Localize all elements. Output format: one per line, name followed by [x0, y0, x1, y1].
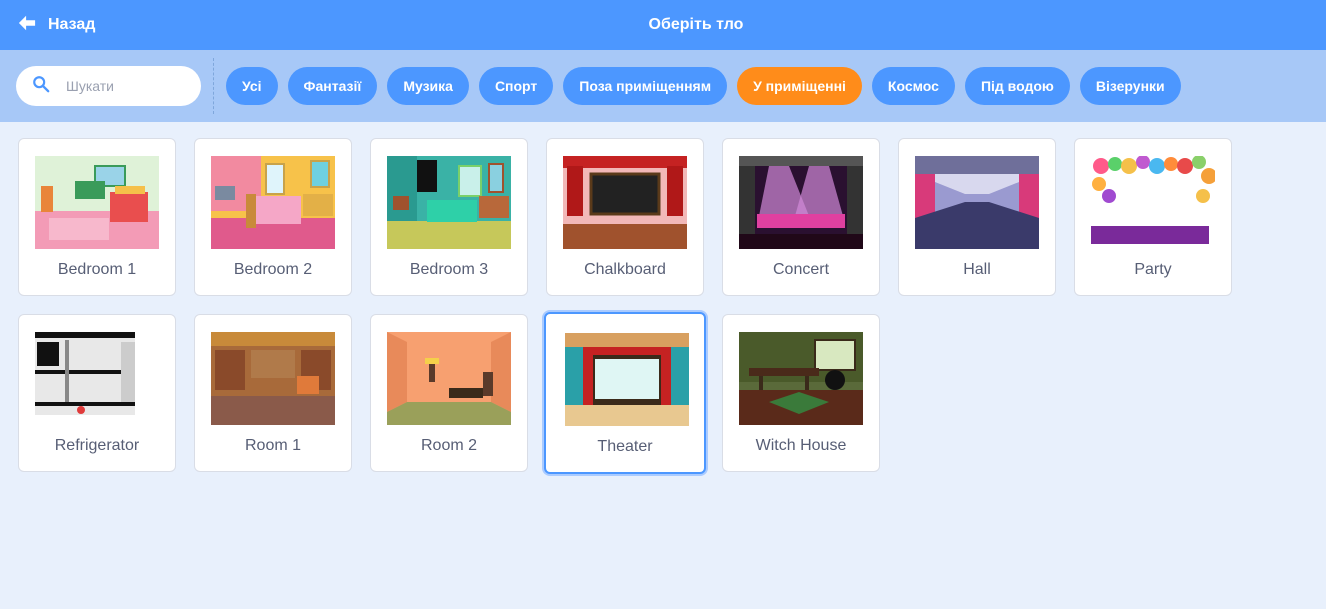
search-input[interactable] [66, 78, 186, 94]
backdrop-thumbnail [563, 156, 687, 249]
backdrop-card[interactable]: Bedroom 3 [370, 138, 528, 296]
backdrop-thumbnail [739, 332, 863, 425]
divider [213, 58, 214, 114]
backdrop-thumbnail [739, 156, 863, 249]
backdrop-card[interactable]: Refrigerator [18, 314, 176, 472]
tag-button[interactable]: Під водою [964, 67, 1070, 105]
backdrop-thumbnail [387, 156, 511, 249]
backdrop-name: Chalkboard [584, 261, 666, 278]
backdrop-thumbnail [1091, 156, 1215, 249]
backdrop-card[interactable]: Theater [544, 312, 706, 474]
backdrop-grid: Bedroom 1 Bedroom 2 Bedroom 3 Chalkboard Con… [18, 138, 1248, 474]
header-bar: Назад Оберіть тло [0, 0, 1326, 50]
backdrop-card[interactable]: Hall [898, 138, 1056, 296]
backdrop-card[interactable]: Room 1 [194, 314, 352, 472]
backdrop-name: Witch House [755, 437, 847, 454]
filter-bar: УсіФантазіїМузикаСпортПоза приміщеннямУ … [0, 50, 1326, 122]
backdrop-card[interactable]: Bedroom 1 [18, 138, 176, 296]
tag-list: Усі Фантазії Музика Спорт Поза приміщенням У … [226, 67, 1181, 105]
search-icon [32, 75, 50, 98]
tag-button[interactable]: Музика [387, 67, 469, 105]
backdrop-card[interactable]: Concert [722, 138, 880, 296]
backdrop-name: Room 2 [420, 437, 478, 454]
backdrop-name: Room 1 [244, 437, 302, 454]
backdrop-thumbnail [915, 156, 1039, 249]
backdrop-card[interactable]: Witch House [722, 314, 880, 472]
backdrop-thumbnail [211, 156, 335, 249]
page-title: Оберіть тло [648, 16, 744, 33]
backdrop-name: Refrigerator [54, 437, 140, 454]
tag-button[interactable]: Спорт [478, 67, 554, 105]
backdrop-name: Hall [963, 261, 991, 278]
backdrop-thumbnail [211, 332, 335, 425]
backdrop-name: Concert [772, 261, 830, 278]
backdrop-thumbnail [387, 332, 511, 425]
backdrop-thumbnail [35, 156, 159, 249]
backdrop-name: Bedroom 2 [233, 261, 313, 278]
back-label: Назад [48, 16, 96, 33]
tag-button[interactable]: Візерунки [1079, 67, 1181, 105]
tag-button[interactable]: Усі [226, 67, 278, 105]
backdrop-thumbnail [565, 333, 689, 426]
backdrop-card[interactable]: Chalkboard [546, 138, 704, 296]
back-button[interactable]: Назад [18, 0, 95, 50]
backdrop-name: Bedroom 3 [409, 261, 489, 278]
tag-button[interactable]: Поза приміщенням [563, 67, 728, 105]
backdrop-card[interactable]: Party [1074, 138, 1232, 296]
tag-button[interactable]: Космос [871, 67, 955, 105]
backdrop-card[interactable]: Room 2 [370, 314, 528, 472]
backdrop-thumbnail [35, 332, 159, 425]
backdrop-card[interactable]: Bedroom 2 [194, 138, 352, 296]
tag-button[interactable]: Фантазії [287, 67, 378, 105]
back-arrow-icon [18, 14, 36, 37]
backdrop-name: Theater [597, 438, 653, 455]
backdrop-name: Bedroom 1 [57, 261, 137, 278]
backdrop-name: Party [1134, 261, 1172, 278]
search-box[interactable] [16, 66, 201, 106]
tag-button[interactable]: У приміщенні [737, 67, 862, 105]
